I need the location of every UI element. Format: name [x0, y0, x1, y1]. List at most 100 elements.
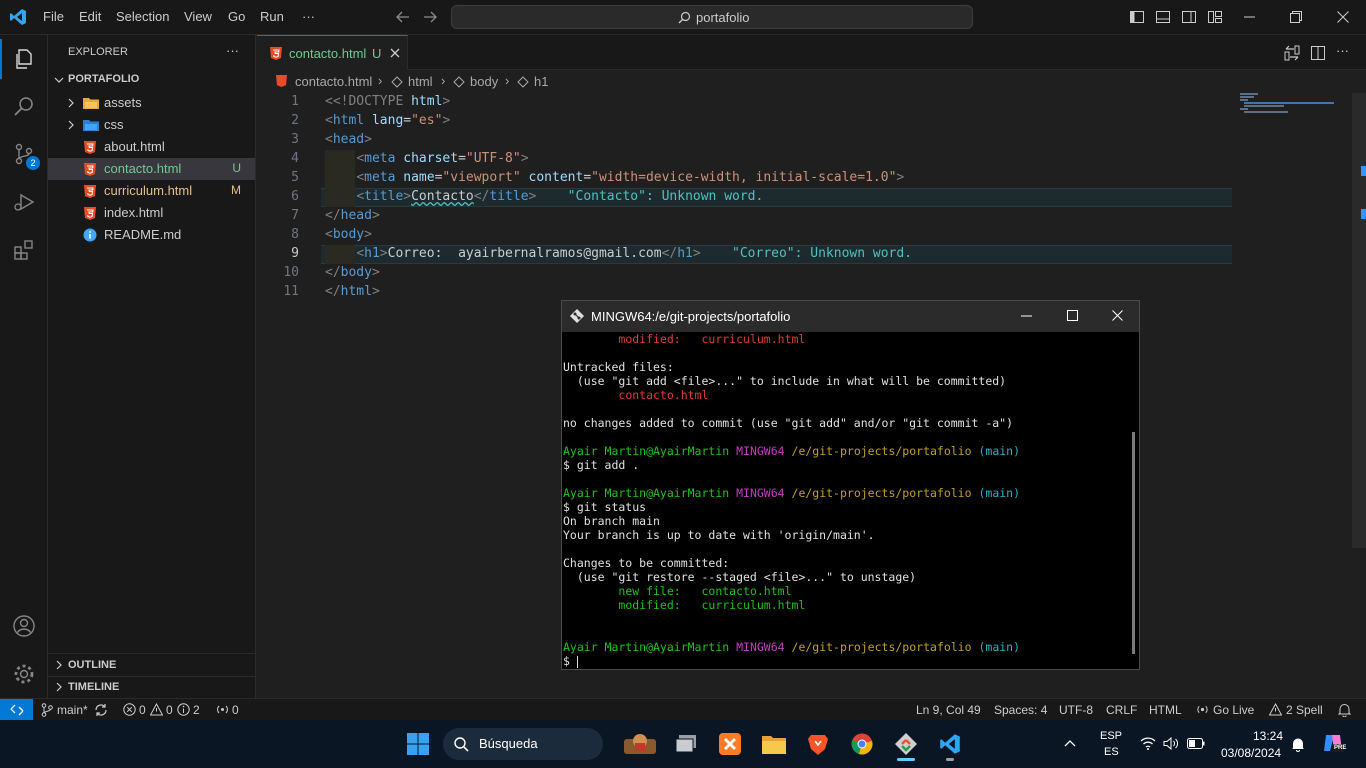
- menu-go[interactable]: Go: [228, 9, 245, 24]
- sync-icon[interactable]: [94, 703, 108, 717]
- ports-count[interactable]: 0: [232, 703, 239, 717]
- maximize-icon[interactable]: [1067, 310, 1078, 321]
- terminal-scroll-thumb[interactable]: [1132, 432, 1135, 654]
- info-count[interactable]: 2: [193, 703, 200, 717]
- editor-more-actions[interactable]: ···: [1336, 43, 1349, 58]
- mingw64-terminal-window[interactable]: MINGW64:/e/git-projects/portafolio modif…: [561, 300, 1140, 670]
- windows-start-icon[interactable]: [402, 728, 434, 760]
- title-bar: File Edit Selection View Go Run ··· port…: [0, 0, 1366, 35]
- chevron-right-icon: [66, 120, 76, 130]
- toggle-secondary-sidebar-icon[interactable]: [1181, 9, 1197, 25]
- notification-bell-icon[interactable]: [1291, 737, 1305, 752]
- copilot-icon[interactable]: PRE: [1322, 732, 1346, 754]
- menu-view[interactable]: View: [184, 9, 212, 24]
- breadcrumb-h1[interactable]: h1: [534, 74, 548, 89]
- forward-arrow-icon[interactable]: [423, 10, 437, 24]
- customize-layout-icon[interactable]: [1207, 9, 1223, 25]
- accounts-icon[interactable]: [0, 604, 48, 648]
- terminal-input-line[interactable]: $: [563, 654, 578, 668]
- input-layout[interactable]: ES: [1104, 746, 1119, 758]
- menu-run[interactable]: Run: [260, 9, 284, 24]
- toggle-primary-sidebar-icon[interactable]: [1129, 9, 1145, 25]
- volume-icon[interactable]: [1163, 737, 1179, 750]
- extensions-icon[interactable]: [0, 228, 48, 272]
- git-bash-taskbar-icon[interactable]: [890, 728, 922, 761]
- tree-item-curriculum-html[interactable]: curriculum.html M: [48, 180, 255, 202]
- restore-icon[interactable]: [1290, 11, 1302, 23]
- vscode-taskbar-icon[interactable]: [934, 728, 966, 761]
- tree-item-contacto-html[interactable]: contacto.html U: [48, 158, 255, 180]
- tree-item-readme-md[interactable]: README.md: [48, 224, 255, 246]
- code-line-3: <head>: [325, 132, 372, 147]
- split-editor-icon[interactable]: [1310, 45, 1326, 61]
- terminal-line: Untracked files:: [563, 360, 674, 374]
- line-number: 4: [291, 151, 299, 166]
- clock-time[interactable]: 13:24: [1253, 729, 1283, 743]
- tab-contacto-html[interactable]: contacto.html U: [257, 35, 408, 70]
- code-line-2: <html lang="es">: [325, 113, 451, 128]
- widget-image-icon[interactable]: [620, 728, 660, 760]
- command-center-search[interactable]: portafolio: [451, 5, 973, 29]
- clock-date[interactable]: 03/08/2024: [1221, 746, 1281, 760]
- notifications-bell-icon[interactable]: [1338, 703, 1351, 717]
- tree-item-index-html[interactable]: index.html: [48, 202, 255, 224]
- error-count[interactable]: 0: [139, 703, 146, 717]
- warning-icon: [150, 703, 163, 716]
- menu-selection[interactable]: Selection: [116, 9, 169, 24]
- breadcrumb-file[interactable]: contacto.html: [295, 74, 372, 89]
- menu-file[interactable]: File: [43, 9, 64, 24]
- input-language[interactable]: ESP: [1100, 730, 1122, 742]
- indentation[interactable]: Spaces: 4: [994, 703, 1047, 717]
- run-debug-icon[interactable]: [0, 180, 48, 224]
- taskbar-search-box[interactable]: Búsqueda: [443, 728, 603, 760]
- open-changes-icon[interactable]: [1284, 45, 1300, 61]
- explorer-more-button[interactable]: ···: [226, 43, 239, 58]
- timeline-label: TIMELINE: [68, 681, 120, 693]
- manage-gear-icon[interactable]: [0, 652, 48, 696]
- explorer-icon[interactable]: [0, 37, 48, 81]
- minimize-icon[interactable]: [1244, 16, 1256, 18]
- code-line-11: </html>: [325, 284, 380, 299]
- encoding[interactable]: UTF-8: [1059, 703, 1093, 717]
- terminal-scrollbar[interactable]: [1128, 332, 1139, 669]
- wifi-icon[interactable]: [1140, 737, 1156, 750]
- terminal-output[interactable]: modified: curriculum.html Untracked file…: [562, 332, 1127, 669]
- source-control-icon[interactable]: 2: [0, 132, 48, 176]
- terminal-title-bar[interactable]: MINGW64:/e/git-projects/portafolio: [562, 301, 1139, 332]
- chevron-right-icon: ›: [505, 73, 510, 88]
- line-ending[interactable]: CRLF: [1106, 703, 1137, 717]
- tree-item-about-html[interactable]: about.html: [48, 136, 255, 158]
- battery-icon[interactable]: [1187, 738, 1205, 749]
- toggle-panel-icon[interactable]: [1155, 9, 1171, 25]
- chrome-icon[interactable]: [846, 728, 878, 760]
- folder-root[interactable]: PORTAFOLIO: [48, 69, 255, 91]
- close-window-icon[interactable]: [1112, 310, 1123, 321]
- xampp-icon[interactable]: [714, 728, 746, 760]
- tree-item-css[interactable]: css: [48, 114, 255, 136]
- timeline-section[interactable]: TIMELINE: [48, 676, 255, 698]
- close-window-icon[interactable]: [1337, 11, 1349, 23]
- editor-scrollbar[interactable]: [1352, 93, 1366, 548]
- outline-section[interactable]: OUTLINE: [48, 654, 255, 676]
- remote-indicator[interactable]: [0, 699, 33, 720]
- brave-browser-icon[interactable]: [802, 728, 834, 760]
- warning-count[interactable]: 0: [166, 703, 173, 717]
- chevron-up-icon[interactable]: [1064, 739, 1076, 747]
- task-view-icon[interactable]: [670, 728, 702, 760]
- language-mode[interactable]: HTML: [1149, 703, 1182, 717]
- go-live-button[interactable]: Go Live: [1213, 703, 1254, 717]
- back-arrow-icon[interactable]: [396, 10, 410, 24]
- minimize-icon[interactable]: [1021, 315, 1032, 317]
- spell-count[interactable]: 2 Spell: [1286, 703, 1323, 717]
- file-explorer-icon[interactable]: [758, 728, 790, 760]
- menu-more[interactable]: ···: [302, 9, 315, 24]
- git-branch[interactable]: main*: [57, 703, 88, 717]
- breadcrumb-html[interactable]: html: [408, 74, 433, 89]
- menu-edit[interactable]: Edit: [79, 9, 101, 24]
- tree-item-assets[interactable]: assets: [48, 92, 255, 114]
- close-tab-icon[interactable]: [390, 48, 400, 58]
- cursor-position[interactable]: Ln 9, Col 49: [916, 703, 981, 717]
- breadcrumb-body[interactable]: body: [470, 74, 498, 89]
- search-view-icon[interactable]: [0, 84, 48, 128]
- minimap[interactable]: [1240, 93, 1352, 123]
